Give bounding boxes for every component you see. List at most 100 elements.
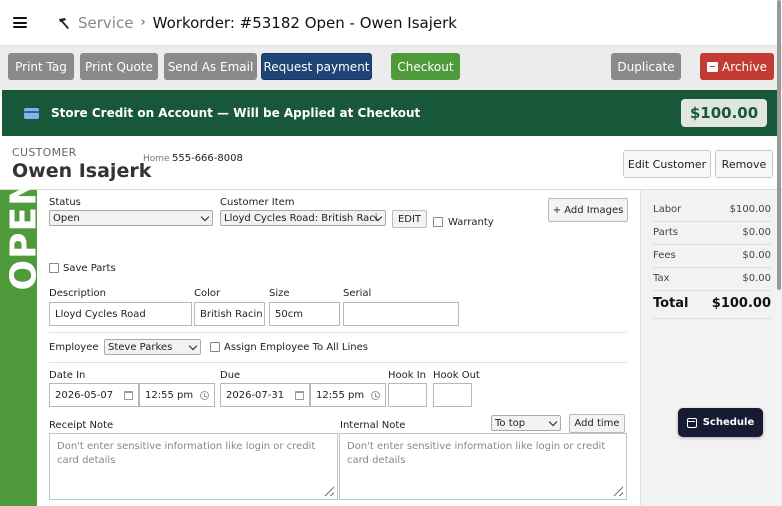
internal-note-textarea[interactable]: Don't enter sensitive information like l… (339, 433, 627, 500)
hammer-icon (59, 17, 69, 29)
total-row: Total $100.00 (653, 296, 771, 311)
page-title: Workorder: #53182 Open - Owen Isajerk (152, 13, 457, 32)
checkout-button[interactable]: Checkout (391, 53, 460, 80)
parts-label: Parts (653, 227, 678, 238)
customer-item-label: Customer Item (220, 197, 295, 208)
resize-handle-icon[interactable] (322, 484, 334, 496)
employee-select[interactable]: Steve Parkes (104, 339, 201, 355)
receipt-note-placeholder: Don't enter sensitive information like l… (57, 441, 316, 466)
fees-label: Fees (653, 250, 676, 261)
internal-note-label: Internal Note (340, 420, 406, 431)
tax-value: $0.00 (742, 273, 771, 284)
schedule-label: Schedule (702, 417, 755, 428)
duplicate-button[interactable]: Duplicate (611, 53, 681, 80)
hook-in-input[interactable] (388, 383, 427, 407)
edit-customer-button[interactable]: Edit Customer (623, 150, 711, 178)
page-scrollbar[interactable] (777, 0, 781, 290)
request-payment-button[interactable]: Request payment (261, 53, 372, 80)
archive-button[interactable]: Archive (700, 53, 774, 80)
totals-divider (653, 244, 771, 245)
totals-panel: Labor $100.00 Parts $0.00 Fees $0.00 Tax… (640, 190, 782, 506)
chevron-down-icon (200, 212, 210, 222)
hook-out-input[interactable] (433, 383, 472, 407)
calendar-icon (124, 391, 133, 400)
due-time-input[interactable]: 12:55 pm (310, 383, 386, 407)
date-in-time-value: 12:55 pm (145, 389, 194, 401)
serial-label: Serial (343, 288, 372, 299)
chevron-down-icon (188, 341, 198, 351)
size-input[interactable]: 50cm (269, 302, 340, 326)
customer-label: CUSTOMER (12, 146, 77, 159)
date-in-input[interactable]: 2026-05-07 (49, 383, 139, 407)
chevron-down-icon (548, 417, 558, 427)
due-label: Due (220, 370, 241, 381)
form-divider (49, 332, 627, 333)
resize-handle-icon[interactable] (611, 484, 623, 496)
warranty-label: Warranty (448, 217, 494, 228)
credit-card-icon (24, 107, 39, 119)
customer-item-select[interactable]: Lloyd Cycles Road: British Raci (220, 210, 386, 226)
status-value: Open (53, 212, 80, 224)
print-quote-button[interactable]: Print Quote (80, 53, 158, 80)
customer-item-value: Lloyd Cycles Road: British Raci (224, 212, 378, 224)
warranty-checkbox[interactable] (433, 217, 443, 227)
parts-value: $0.00 (742, 227, 771, 238)
credit-message: Store Credit on Account — Will be Applie… (51, 106, 421, 120)
clock-icon (371, 391, 380, 400)
action-toolbar: Print Tag Print Quote Send As Email Requ… (0, 46, 782, 90)
send-email-button[interactable]: Send As Email (164, 53, 257, 80)
breadcrumb-service[interactable]: Service (78, 14, 133, 32)
app-header: Service › Workorder: #53182 Open - Owen … (0, 0, 782, 46)
description-label: Description (49, 288, 106, 299)
due-date-input[interactable]: 2026-07-31 (220, 383, 310, 407)
parts-row: Parts $0.00 (653, 227, 771, 238)
fees-value: $0.00 (742, 250, 771, 261)
totals-divider (653, 221, 771, 222)
print-tag-button[interactable]: Print Tag (8, 53, 74, 80)
form-divider (49, 362, 627, 363)
assign-employee-label: Assign Employee To All Lines (224, 342, 368, 353)
status-label: Status (49, 197, 81, 208)
hook-in-label: Hook In (388, 370, 427, 381)
date-in-time-input[interactable]: 12:55 pm (139, 383, 215, 407)
totals-divider (653, 290, 771, 291)
labor-value: $100.00 (729, 204, 771, 215)
due-date-value: 2026-07-31 (226, 389, 285, 401)
customer-phone: 555-666-8008 (172, 153, 243, 164)
receipt-note-textarea[interactable]: Don't enter sensitive information like l… (49, 433, 338, 500)
archive-icon (707, 61, 719, 72)
add-time-button[interactable]: Add time (569, 414, 625, 433)
totals-divider (653, 267, 771, 268)
due-time-value: 12:55 pm (316, 389, 365, 401)
size-label: Size (269, 288, 290, 299)
schedule-button[interactable]: Schedule (678, 408, 763, 437)
description-input[interactable]: Lloyd Cycles Road (49, 302, 192, 326)
total-label: Total (653, 296, 689, 311)
tax-row: Tax $0.00 (653, 273, 771, 284)
serial-input[interactable] (343, 302, 459, 326)
calendar-icon (295, 391, 304, 400)
phone-type-label: Home (143, 154, 170, 164)
labor-label: Labor (653, 204, 682, 215)
save-parts-label: Save Parts (63, 263, 116, 274)
remove-customer-button[interactable]: Remove (715, 150, 773, 178)
status-banner: OPEN (3, 174, 45, 291)
credit-amount: $100.00 (681, 99, 767, 127)
save-parts-checkbox[interactable] (49, 263, 59, 273)
assign-employee-checkbox[interactable] (210, 342, 220, 352)
hook-out-label: Hook Out (433, 370, 480, 381)
color-label: Color (194, 288, 221, 299)
archive-label: Archive (722, 59, 767, 74)
status-select[interactable]: Open (49, 210, 213, 226)
store-credit-banner: Store Credit on Account — Will be Applie… (2, 90, 780, 136)
menu-icon[interactable] (13, 17, 27, 28)
color-input[interactable]: British Racin (194, 302, 265, 326)
internal-note-placeholder: Don't enter sensitive information like l… (347, 441, 606, 466)
edit-item-button[interactable]: EDIT (392, 210, 427, 228)
totals-divider (653, 318, 771, 319)
add-images-button[interactable]: + Add Images (548, 198, 628, 222)
tax-label: Tax (653, 273, 670, 284)
labor-row: Labor $100.00 (653, 204, 771, 215)
note-position-select[interactable]: To top (491, 415, 561, 431)
note-position-value: To top (495, 417, 526, 429)
